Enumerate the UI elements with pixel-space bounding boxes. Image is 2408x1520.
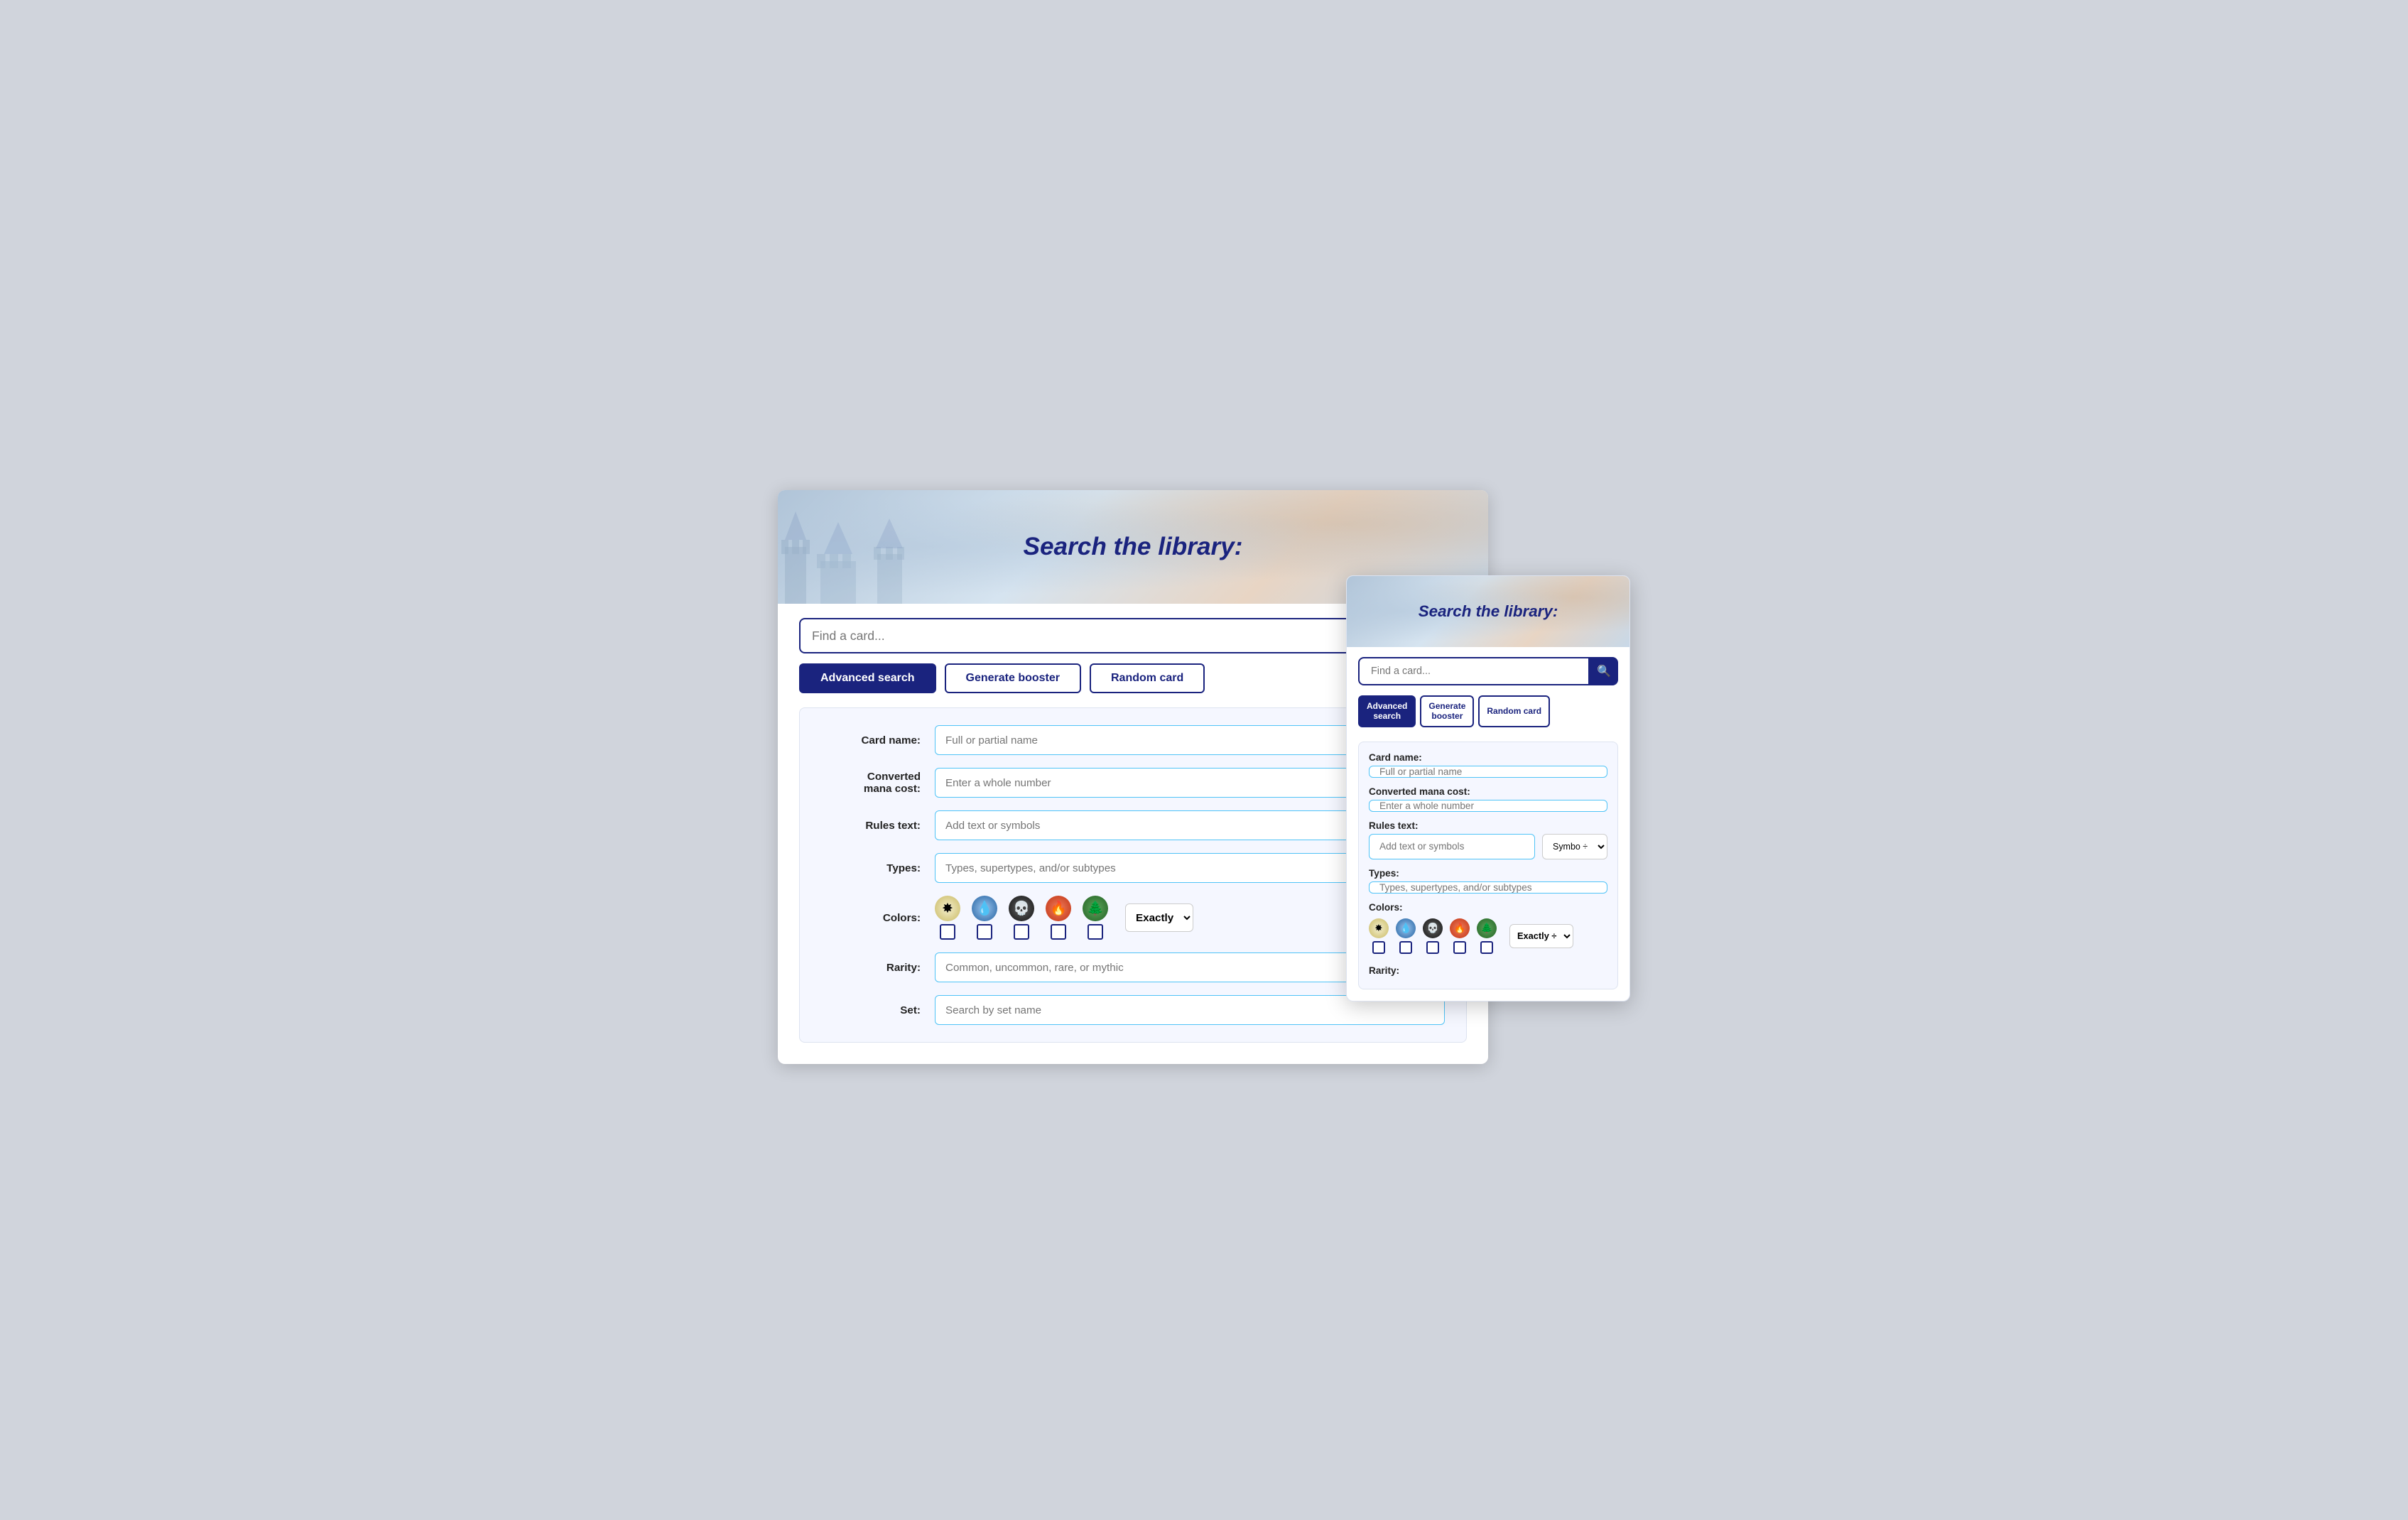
mana-white-icon: ✸: [935, 896, 960, 921]
small-mana-green-icon: 🌲: [1477, 918, 1497, 938]
types-label: Types:: [821, 862, 935, 874]
main-hero-title: Search the library:: [1024, 533, 1243, 561]
generate-booster-button[interactable]: Generate booster: [945, 663, 1081, 693]
search-icon-small: 🔍: [1597, 664, 1611, 678]
small-colors-label: Colors:: [1369, 902, 1403, 913]
small-color-white-checkbox[interactable]: [1372, 941, 1385, 954]
small-color-green-checkbox[interactable]: [1480, 941, 1493, 954]
card-name-label: Card name:: [821, 734, 935, 747]
small-form-panel: Card name: Converted mana cost: Rules te…: [1358, 742, 1618, 989]
small-color-red-checkbox[interactable]: [1453, 941, 1466, 954]
small-symbol-select[interactable]: Symbo ÷: [1542, 834, 1607, 859]
color-red-checkbox[interactable]: [1051, 924, 1066, 940]
small-mana-cost-input[interactable]: [1369, 800, 1607, 812]
color-green: 🌲: [1083, 896, 1108, 940]
small-random-card-button[interactable]: Random card: [1478, 695, 1550, 727]
small-color-blue-checkbox[interactable]: [1399, 941, 1412, 954]
small-nav-row: Advancedsearch Generatebooster Random ca…: [1358, 695, 1618, 727]
color-green-checkbox[interactable]: [1088, 924, 1103, 940]
small-search-input[interactable]: [1358, 657, 1590, 685]
colors-label: Colors:: [821, 912, 935, 924]
small-rules-text-input[interactable]: [1369, 834, 1535, 859]
small-rules-text-row: Rules text: Symbo ÷: [1369, 820, 1607, 859]
small-mana-cost-label: Converted mana cost:: [1369, 786, 1470, 797]
advanced-search-button[interactable]: Advanced search: [799, 663, 936, 693]
set-label: Set:: [821, 1004, 935, 1016]
small-content-area: 🔍 Advancedsearch Generatebooster Random …: [1347, 647, 1629, 1001]
small-rarity-label: Rarity:: [1369, 965, 1399, 976]
mana-red-icon: 🔥: [1046, 896, 1071, 921]
mana-cost-label: Converted mana cost:: [821, 771, 935, 795]
small-rules-text-label: Rules text:: [1369, 820, 1419, 831]
small-search-card: Search the library: 🔍 Advancedsearch Gen…: [1346, 575, 1630, 1001]
mana-green-icon: 🌲: [1083, 896, 1108, 921]
small-mana-red-icon: 🔥: [1450, 918, 1470, 938]
small-color-white: ✸: [1369, 918, 1389, 954]
color-black: 💀: [1009, 896, 1034, 940]
color-blue: 💧: [972, 896, 997, 940]
small-rules-inputs: Symbo ÷: [1369, 834, 1607, 859]
mana-blue-icon: 💧: [972, 896, 997, 921]
hero-banner-small: Search the library:: [1347, 576, 1629, 647]
random-card-button[interactable]: Random card: [1090, 663, 1205, 693]
small-mana-white-icon: ✸: [1369, 918, 1389, 938]
small-color-red: 🔥: [1450, 918, 1470, 954]
small-types-label: Types:: [1369, 868, 1399, 879]
rarity-label: Rarity:: [821, 962, 935, 974]
small-advanced-search-button[interactable]: Advancedsearch: [1358, 695, 1416, 727]
small-colors-row: Colors: ✸ 💧 💀: [1369, 902, 1607, 954]
small-hero-title: Search the library:: [1419, 602, 1558, 621]
mana-black-icon: 💀: [1009, 896, 1034, 921]
small-card-name-label: Card name:: [1369, 752, 1422, 763]
small-color-green: 🌲: [1477, 918, 1497, 954]
small-color-blue: 💧: [1396, 918, 1416, 954]
small-color-black-checkbox[interactable]: [1426, 941, 1439, 954]
small-colors-exactly-select[interactable]: Exactly ÷: [1509, 924, 1573, 948]
castle-decoration: [778, 504, 934, 604]
color-red: 🔥: [1046, 896, 1071, 940]
small-types-input[interactable]: [1369, 881, 1607, 894]
color-blue-checkbox[interactable]: [977, 924, 992, 940]
small-colors-inputs: ✸ 💧 💀 🔥: [1369, 918, 1573, 954]
small-mana-cost-row: Converted mana cost:: [1369, 786, 1607, 812]
small-types-row: Types:: [1369, 868, 1607, 894]
rules-text-input[interactable]: [935, 810, 1371, 840]
small-mana-blue-icon: 💧: [1396, 918, 1416, 938]
color-black-checkbox[interactable]: [1014, 924, 1029, 940]
color-white-checkbox[interactable]: [940, 924, 955, 940]
small-rarity-row: Rarity:: [1369, 962, 1607, 979]
small-search-button[interactable]: 🔍: [1590, 657, 1618, 685]
page-wrapper: Search the library: 🔍 Advanced search Ge…: [778, 490, 1630, 1030]
rules-text-label: Rules text:: [821, 820, 935, 832]
main-search-input[interactable]: [799, 618, 1431, 653]
small-generate-booster-button[interactable]: Generatebooster: [1420, 695, 1474, 727]
small-card-name-row: Card name:: [1369, 752, 1607, 778]
small-mana-black-icon: 💀: [1423, 918, 1443, 938]
small-card-name-input[interactable]: [1369, 766, 1607, 778]
small-search-row: 🔍: [1358, 657, 1618, 685]
color-white: ✸: [935, 896, 960, 940]
small-color-black: 💀: [1423, 918, 1443, 954]
colors-exactly-select[interactable]: Exactly: [1125, 903, 1193, 932]
